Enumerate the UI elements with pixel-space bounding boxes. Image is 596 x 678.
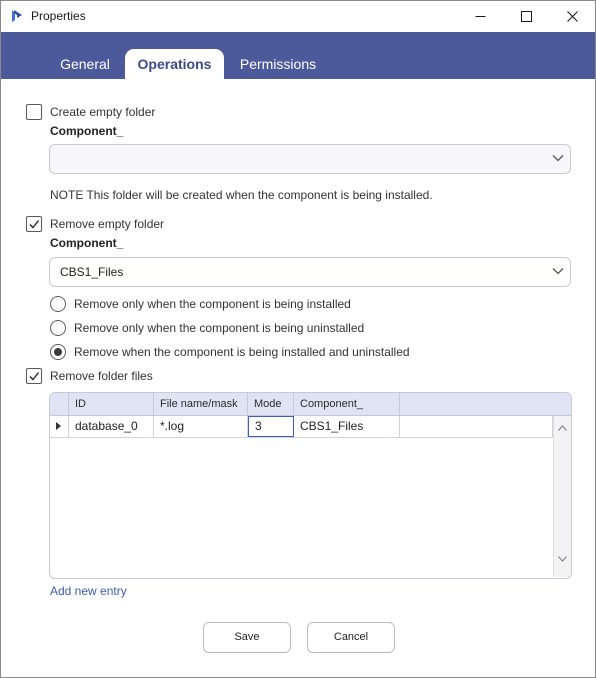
close-icon: [566, 11, 578, 22]
create-folder-note: NOTE This folder will be created when th…: [50, 188, 433, 202]
grid-scrollbar[interactable]: [553, 416, 571, 577]
radio-remove-installed-label: Remove only when the component is being …: [74, 297, 351, 311]
files-grid: ID File name/mask Mode Component_ databa…: [49, 392, 572, 579]
radio-selected-dot: [54, 348, 62, 356]
radio-remove-installed[interactable]: [50, 296, 66, 312]
column-header-component[interactable]: Component_: [294, 393, 400, 415]
row-pointer-icon: [56, 422, 61, 430]
cell-id[interactable]: database_0: [69, 416, 154, 437]
grid-header: ID File name/mask Mode Component_: [50, 393, 571, 416]
add-new-entry-link[interactable]: Add new entry: [50, 584, 127, 598]
cell-mode[interactable]: 3: [248, 416, 294, 437]
row-selector[interactable]: [50, 416, 69, 437]
remove-folder-label: Remove empty folder: [50, 217, 165, 231]
tab-general[interactable]: General: [51, 49, 119, 79]
checkmark-icon: [29, 372, 40, 381]
cancel-button[interactable]: Cancel: [307, 622, 395, 653]
cell-empty: [400, 416, 553, 437]
remove-files-label: Remove folder files: [50, 369, 153, 383]
column-header-mask[interactable]: File name/mask: [154, 393, 248, 415]
tab-permissions[interactable]: Permissions: [229, 49, 327, 79]
tab-operations[interactable]: Operations: [125, 49, 224, 79]
create-folder-component-label: Component_: [50, 124, 124, 138]
grid-header-selector: [50, 393, 69, 415]
tab-strip: General Operations Permissions: [1, 32, 595, 79]
minimize-icon: [475, 16, 485, 17]
maximize-icon: [520, 11, 532, 22]
properties-dialog: Properties General Operations Permission…: [0, 0, 596, 678]
remove-folder-checkbox[interactable]: [26, 216, 42, 232]
radio-remove-both[interactable]: [50, 344, 66, 360]
save-button[interactable]: Save: [203, 622, 291, 653]
remove-folder-component-value: CBS1_Files: [60, 265, 124, 279]
column-header-mode[interactable]: Mode: [248, 393, 294, 415]
table-row[interactable]: database_0 *.log 3 CBS1_Files: [50, 416, 571, 438]
create-folder-checkbox[interactable]: [26, 104, 42, 120]
remove-folder-component-label: Component_: [50, 236, 124, 250]
app-icon: [10, 9, 24, 23]
scroll-down-icon[interactable]: [558, 556, 567, 562]
remove-files-checkbox[interactable]: [26, 368, 42, 384]
radio-remove-both-label: Remove when the component is being insta…: [74, 345, 410, 359]
radio-remove-uninstalled[interactable]: [50, 320, 66, 336]
minimize-button[interactable]: [457, 1, 503, 32]
scroll-up-icon[interactable]: [558, 425, 567, 431]
create-folder-component-select[interactable]: [49, 144, 571, 174]
chevron-down-icon: [552, 155, 564, 162]
checkmark-icon: [29, 220, 40, 229]
cell-mask[interactable]: *.log: [154, 416, 248, 437]
title-bar: Properties: [1, 1, 595, 32]
maximize-button[interactable]: [503, 1, 549, 32]
remove-folder-component-select[interactable]: CBS1_Files: [49, 257, 571, 287]
cell-component[interactable]: CBS1_Files: [294, 416, 400, 437]
radio-remove-uninstalled-label: Remove only when the component is being …: [74, 321, 365, 335]
window-title: Properties: [31, 9, 86, 23]
create-folder-label: Create empty folder: [50, 105, 156, 119]
column-header-id[interactable]: ID: [69, 393, 154, 415]
close-button[interactable]: [549, 1, 595, 32]
chevron-down-icon: [552, 268, 564, 275]
